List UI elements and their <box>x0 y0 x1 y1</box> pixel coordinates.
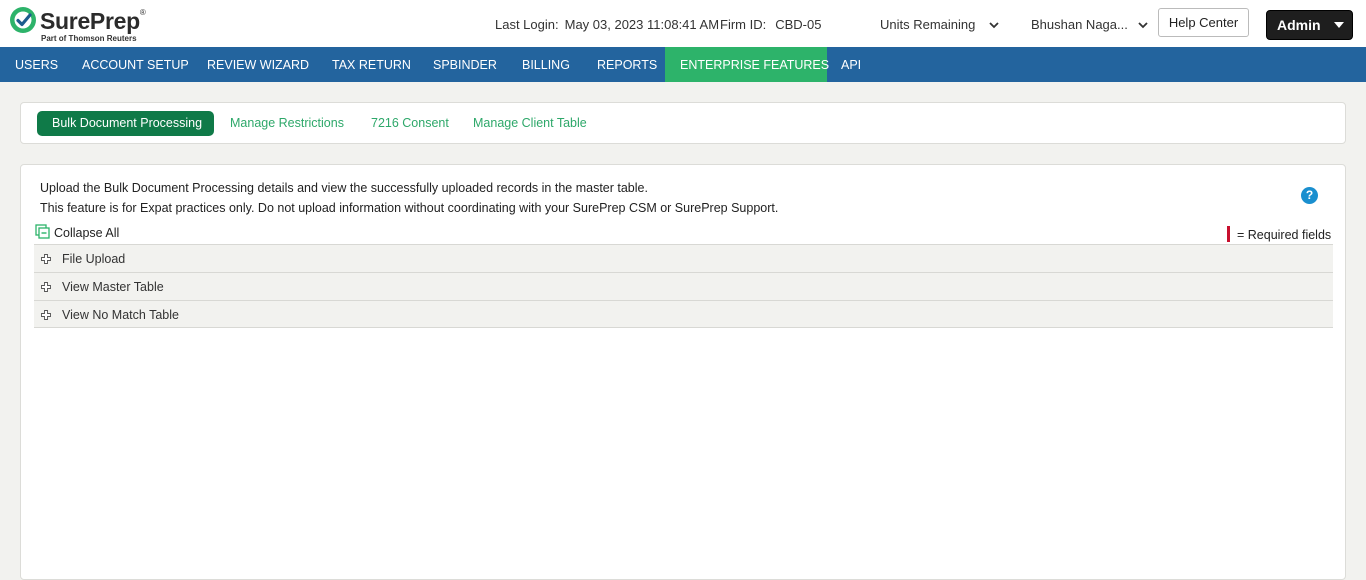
top-header: SurePrep® Part of Thomson Reuters Last L… <box>0 0 1366 47</box>
section-file-upload[interactable]: File Upload <box>34 244 1333 272</box>
user-menu-dropdown[interactable]: Bhushan Naga... <box>1031 17 1149 32</box>
last-login-label: Last Login: <box>495 17 559 32</box>
required-fields-legend: = Required fields <box>1227 226 1331 242</box>
section-label: View Master Table <box>62 280 164 294</box>
description-line-2: This feature is for Expat practices only… <box>40 201 779 215</box>
firm-id-value: CBD-05 <box>775 17 822 32</box>
main-nav: USERS ACCOUNT SETUP REVIEW WIZARD TAX RE… <box>0 47 1366 82</box>
last-login: Last Login: May 03, 2023 11:08:41 AM <box>495 17 719 32</box>
tab-bulk-document-processing[interactable]: Bulk Document Processing <box>37 111 214 136</box>
tab-manage-client-table[interactable]: Manage Client Table <box>473 111 587 136</box>
description-line-1: Upload the Bulk Document Processing deta… <box>40 181 648 195</box>
section-label: View No Match Table <box>62 308 179 322</box>
help-icon[interactable]: ? <box>1301 187 1318 204</box>
chevron-down-icon <box>989 22 999 29</box>
firm-id-label: Firm ID: <box>720 17 767 32</box>
chevron-down-icon <box>1138 22 1149 29</box>
section-view-master-table[interactable]: View Master Table <box>34 272 1333 300</box>
last-login-value: May 03, 2023 11:08:41 AM <box>564 17 720 32</box>
sureprep-logo[interactable]: SurePrep® Part of Thomson Reuters <box>9 6 159 44</box>
help-center-button[interactable]: Help Center <box>1158 8 1249 37</box>
units-remaining-label: Units Remaining <box>880 17 976 32</box>
required-marker <box>1227 226 1230 242</box>
nav-item-users[interactable]: USERS <box>15 47 58 82</box>
section-view-no-match-table[interactable]: View No Match Table <box>34 300 1333 328</box>
expand-plus-icon <box>41 310 51 320</box>
nav-item-tax-return[interactable]: TAX RETURN <box>332 47 411 82</box>
section-label: File Upload <box>62 252 126 266</box>
checkmark-logo-icon <box>10 7 36 33</box>
expand-plus-icon <box>41 282 51 292</box>
nav-item-review-wizard[interactable]: REVIEW WIZARD <box>207 47 309 82</box>
nav-item-billing[interactable]: BILLING <box>522 47 570 82</box>
required-fields-label: = Required fields <box>1237 228 1332 242</box>
nav-item-reports[interactable]: REPORTS <box>597 47 657 82</box>
collapse-all-link[interactable]: Collapse All <box>35 224 119 240</box>
bulk-document-processing-panel: Upload the Bulk Document Processing deta… <box>20 164 1346 580</box>
user-name: Bhushan Naga... <box>1031 17 1128 32</box>
tab-manage-restrictions[interactable]: Manage Restrictions <box>230 111 344 136</box>
admin-role-label: Admin <box>1277 17 1321 33</box>
collapse-all-icon <box>35 224 50 239</box>
collapse-all-label: Collapse All <box>54 226 120 240</box>
tab-7216-consent[interactable]: 7216 Consent <box>371 111 449 136</box>
nav-item-account-setup[interactable]: ACCOUNT SETUP <box>82 47 189 82</box>
admin-role-dropdown[interactable]: Admin <box>1266 10 1353 40</box>
expand-plus-icon <box>41 254 51 264</box>
subtabs-panel: Bulk Document Processing Manage Restrict… <box>20 102 1346 144</box>
nav-item-enterprise-features[interactable]: ENTERPRISE FEATURES <box>665 47 829 82</box>
nav-item-api[interactable]: API <box>841 47 861 82</box>
caret-down-icon <box>1334 22 1344 28</box>
nav-item-spbinder[interactable]: SPBINDER <box>433 47 497 82</box>
firm-id: Firm ID: CBD-05 <box>720 17 821 32</box>
logo-subtitle: Part of Thomson Reuters <box>41 34 137 43</box>
units-remaining-dropdown[interactable]: Units Remaining <box>880 17 999 32</box>
logo-brand-text: SurePrep® <box>40 8 146 34</box>
